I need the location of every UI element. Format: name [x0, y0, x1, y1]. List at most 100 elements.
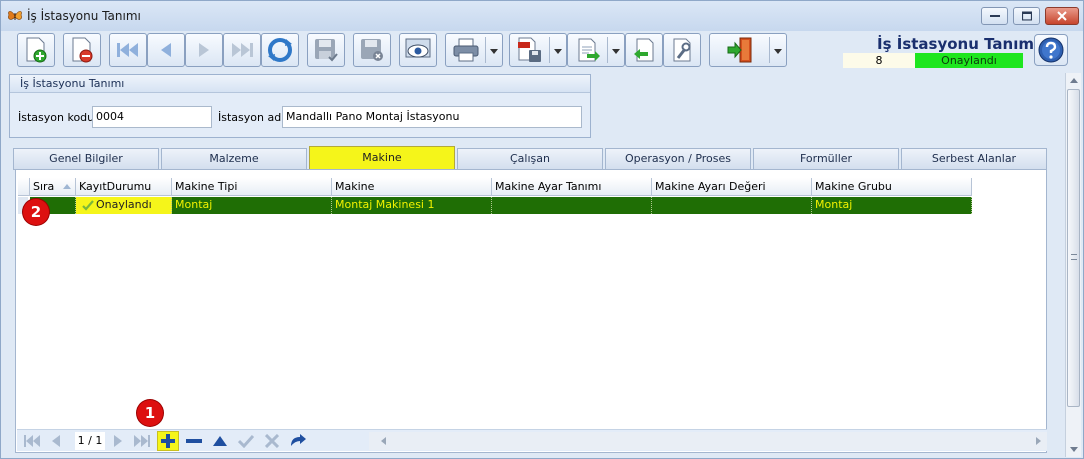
cell-makine-tipi[interactable]: Montaj	[172, 197, 332, 214]
cell-kayit-durumu[interactable]: Onaylandı	[76, 197, 172, 214]
refresh-icon	[268, 38, 292, 62]
nav-next-button[interactable]	[109, 432, 127, 450]
column-header-sira[interactable]: Sıra	[30, 178, 76, 196]
station-code-label: İstasyon kodu	[18, 111, 95, 124]
tab-operasyon-proses[interactable]: Operasyon / Proses	[605, 148, 751, 170]
plus-icon	[161, 434, 175, 448]
nav-previous-button[interactable]	[47, 432, 65, 450]
column-header-makine-ayar-tanimi[interactable]: Makine Ayar Tanımı	[492, 178, 652, 196]
grip-icon	[1071, 254, 1077, 260]
exit-dropdown-arrow[interactable]	[774, 49, 782, 54]
preview-eye-icon	[405, 38, 431, 58]
first-icon	[117, 43, 138, 57]
tab-calisan[interactable]: Çalışan	[457, 148, 603, 170]
nav-edit-button[interactable]	[211, 432, 229, 450]
cell-makine[interactable]: Montaj Makinesi 1	[332, 197, 492, 214]
scroll-thumb[interactable]	[1067, 89, 1080, 407]
x-icon	[265, 434, 279, 448]
nav-add-row-button[interactable]	[157, 431, 179, 451]
delete-record-button[interactable]	[63, 33, 101, 67]
new-document-icon	[26, 37, 47, 63]
previous-record-button[interactable]	[147, 33, 185, 67]
export-pdf-button[interactable]	[509, 33, 567, 67]
minimize-icon	[989, 15, 1000, 17]
import-document-icon	[634, 38, 654, 62]
cell-makine-grubu[interactable]: Montaj	[812, 197, 972, 214]
step-badge-one: 1	[137, 400, 163, 426]
tab-malzeme[interactable]: Malzeme	[161, 148, 307, 170]
tab-genel-bilgiler[interactable]: Genel Bilgiler	[13, 148, 159, 170]
row-indicator-header	[18, 178, 30, 196]
preview-button[interactable]	[399, 33, 437, 67]
horizontal-scrollbar[interactable]	[369, 432, 1047, 450]
status-text: Onaylandı	[96, 198, 152, 211]
nav-previous-icon	[52, 435, 60, 447]
station-name-input[interactable]: Mandallı Pano Montaj İstasyonu	[282, 106, 582, 128]
check-icon	[238, 434, 254, 448]
delete-document-icon	[72, 37, 93, 63]
window-title: İş İstasyonu Tanımı	[27, 9, 141, 23]
first-record-button[interactable]	[109, 33, 147, 67]
cancel-disk-icon	[361, 39, 383, 61]
minus-icon	[186, 439, 202, 443]
column-header-makine-ayari-degeri[interactable]: Makine Ayarı Değeri	[652, 178, 812, 196]
scroll-down-arrow[interactable]	[1070, 447, 1078, 452]
scroll-right-arrow[interactable]	[1036, 437, 1041, 445]
cell-makine-ayar-tanimi[interactable]	[492, 197, 652, 214]
nav-delete-row-button[interactable]	[185, 432, 203, 450]
tab-formuller[interactable]: Formüller	[753, 148, 899, 170]
check-icon	[82, 200, 94, 211]
group-title: İş İstasyonu Tanımı	[10, 75, 590, 93]
column-header-makine-grubu[interactable]: Makine Grubu	[812, 178, 972, 196]
print-button[interactable]	[445, 33, 503, 67]
nav-last-button[interactable]	[133, 432, 151, 450]
export-button[interactable]	[567, 33, 625, 67]
nav-next-icon	[114, 435, 122, 447]
column-header-makine-tipi[interactable]: Makine Tipi	[172, 178, 332, 196]
minimize-button[interactable]	[981, 7, 1008, 25]
main-window: İş İstasyonu Tanımı İş İstasyonu Tanımı …	[0, 0, 1084, 459]
previous-icon	[161, 43, 171, 57]
refresh-arrow-icon	[291, 434, 306, 446]
nav-refresh-button[interactable]	[289, 432, 307, 450]
new-record-button[interactable]	[17, 33, 55, 67]
save-button[interactable]	[307, 33, 345, 67]
nav-cancel-button[interactable]	[263, 432, 281, 450]
tab-makine[interactable]: Makine	[309, 146, 455, 170]
cell-makine-ayari-degeri[interactable]	[652, 197, 812, 214]
last-record-button[interactable]	[223, 33, 261, 67]
vertical-scrollbar[interactable]	[1065, 73, 1081, 457]
form-header-title: İş İstasyonu Tanımı	[877, 35, 1040, 53]
pdf-save-icon	[518, 37, 541, 62]
print-dropdown-arrow[interactable]	[490, 49, 498, 54]
cancel-save-button[interactable]	[353, 33, 391, 67]
export-dropdown-arrow[interactable]	[612, 49, 620, 54]
pdf-dropdown-arrow[interactable]	[554, 49, 562, 54]
nav-first-button[interactable]	[23, 432, 41, 450]
column-header-kayit-durumu[interactable]: KayıtDurumu	[76, 178, 172, 196]
nav-last-icon	[134, 435, 150, 447]
import-button[interactable]	[625, 33, 663, 67]
refresh-button[interactable]	[261, 33, 299, 67]
page-indicator: 1 / 1	[75, 432, 105, 450]
tab-serbest-alanlar[interactable]: Serbest Alanlar	[901, 148, 1047, 170]
station-code-input[interactable]: 0004	[92, 106, 212, 128]
settings-button[interactable]	[663, 33, 701, 67]
station-definition-group: İş İstasyonu Tanımı İstasyon kodu 0004 İ…	[9, 74, 591, 138]
scroll-up-arrow[interactable]	[1070, 78, 1078, 83]
maximize-button[interactable]	[1013, 7, 1040, 25]
butterfly-app-icon	[8, 11, 22, 20]
close-icon	[1057, 11, 1067, 21]
close-button[interactable]	[1045, 7, 1079, 25]
export-document-icon	[578, 38, 600, 62]
scroll-left-arrow[interactable]	[381, 437, 386, 445]
maximize-icon	[1021, 11, 1032, 21]
station-name-label: İstasyon adı	[218, 111, 285, 124]
nav-post-button[interactable]	[237, 432, 255, 450]
exit-button[interactable]	[709, 33, 787, 67]
sort-ascending-icon	[63, 184, 71, 189]
next-record-button[interactable]	[185, 33, 223, 67]
column-header-makine[interactable]: Makine	[332, 178, 492, 196]
save-disk-icon	[315, 39, 338, 62]
help-button[interactable]	[1034, 34, 1068, 66]
